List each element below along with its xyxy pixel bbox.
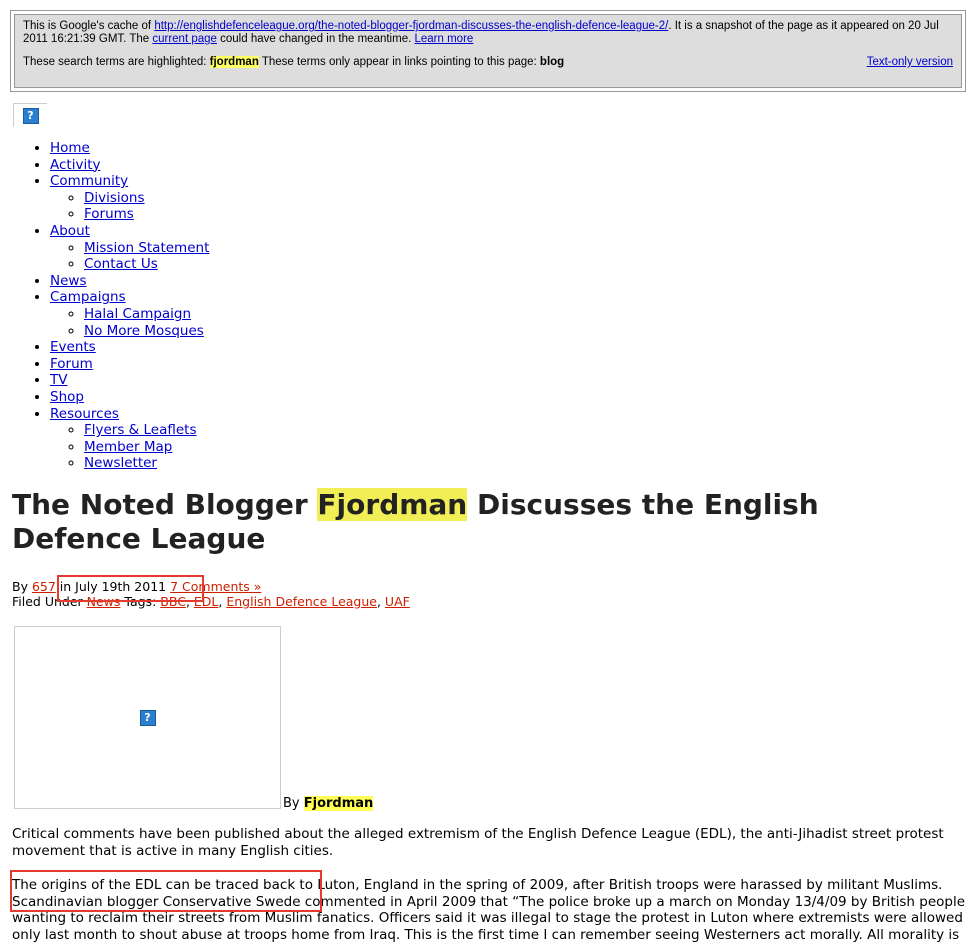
broken-article-image: ? — [14, 626, 281, 809]
nav-item-divisions: Divisions — [84, 190, 209, 207]
about-submenu: Mission Statement Contact Us — [50, 240, 209, 273]
nav-link-contact-us[interactable]: Contact Us — [84, 256, 158, 272]
tag-link-uaf[interactable]: UAF — [385, 594, 410, 609]
search-terms-notice: These search terms are highlighted: fjor… — [23, 56, 953, 69]
resources-submenu: Flyers & Leaflets Member Map Newsletter — [50, 422, 209, 472]
nav-item-flyers-leaflets: Flyers & Leaflets — [84, 422, 209, 439]
nav-item-activity: Activity — [50, 157, 209, 174]
nav-link-flyers-leaflets[interactable]: Flyers & Leaflets — [84, 422, 197, 438]
text-only-version-link[interactable]: Text-only version — [867, 56, 953, 69]
main-navigation: Home Activity Community Divisions Forums… — [28, 140, 209, 472]
annotation-box-date — [57, 575, 204, 602]
nav-item-forum: Forum — [50, 356, 209, 373]
by-label: By — [12, 579, 32, 594]
nav-link-newsletter[interactable]: Newsletter — [84, 455, 157, 471]
nav-link-tv[interactable]: TV — [50, 372, 67, 388]
nav-item-resources: Resources Flyers & Leaflets Member Map N… — [50, 406, 209, 472]
nav-item-shop: Shop — [50, 389, 209, 406]
highlight-intro-text: These search terms are highlighted: — [23, 56, 210, 68]
nav-link-community[interactable]: Community — [50, 173, 128, 189]
nav-link-divisions[interactable]: Divisions — [84, 190, 145, 206]
nav-link-campaigns[interactable]: Campaigns — [50, 289, 126, 305]
cache-meantime-text: could have changed in the meantime. — [216, 33, 415, 45]
article-title-highlight: Fjordman — [317, 488, 468, 521]
article-title-start: The Noted Blogger — [12, 488, 318, 521]
highlighted-term: fjordman — [209, 56, 259, 68]
nav-item-campaigns: Campaigns Halal Campaign No More Mosques — [50, 289, 209, 339]
learn-more-link[interactable]: Learn more — [414, 33, 473, 45]
nav-link-events[interactable]: Events — [50, 339, 96, 355]
nav-link-forums[interactable]: Forums — [84, 206, 134, 222]
nav-item-newsletter: Newsletter — [84, 455, 209, 472]
nav-link-news[interactable]: News — [50, 273, 86, 289]
byline-by-label: By — [283, 796, 304, 811]
nav-link-resources[interactable]: Resources — [50, 406, 119, 422]
nav-link-halal-campaign[interactable]: Halal Campaign — [84, 306, 191, 322]
nav-link-shop[interactable]: Shop — [50, 389, 84, 405]
article-byline: By Fjordman — [283, 796, 374, 812]
community-submenu: Divisions Forums — [50, 190, 209, 223]
nav-link-mission-statement[interactable]: Mission Statement — [84, 240, 209, 256]
campaigns-submenu: Halal Campaign No More Mosques — [50, 306, 209, 339]
google-cache-banner: This is Google's cache of http://english… — [10, 10, 966, 92]
nav-item-community: Community Divisions Forums — [50, 173, 209, 223]
nav-link-no-more-mosques[interactable]: No More Mosques — [84, 323, 204, 339]
byline-author-highlight: Fjordman — [303, 796, 374, 811]
nav-link-activity[interactable]: Activity — [50, 157, 101, 173]
nav-item-about: About Mission Statement Contact Us — [50, 223, 209, 273]
cache-notice: This is Google's cache of http://english… — [23, 20, 953, 46]
tag-link-english-defence-league[interactable]: English Defence League — [226, 594, 377, 609]
nav-item-forums: Forums — [84, 206, 209, 223]
links-only-term: blog — [539, 56, 565, 68]
nav-link-forum[interactable]: Forum — [50, 356, 93, 372]
nav-item-home: Home — [50, 140, 209, 157]
nav-link-member-map[interactable]: Member Map — [84, 439, 172, 455]
cache-intro-text: This is Google's cache of — [23, 20, 155, 32]
article-paragraph-1: Critical comments have been published ab… — [12, 826, 944, 859]
nav-item-news: News — [50, 273, 209, 290]
author-link[interactable]: 657 — [32, 579, 56, 594]
cached-page-url-link[interactable]: http://englishdefenceleague.org/the-note… — [154, 20, 668, 32]
annotation-box-origins — [10, 870, 322, 912]
broken-image-icon: ? — [139, 709, 156, 726]
nav-item-events: Events — [50, 339, 209, 356]
nav-link-about[interactable]: About — [50, 223, 90, 239]
nav-item-contact-us: Contact Us — [84, 256, 209, 273]
nav-link-home[interactable]: Home — [50, 140, 90, 156]
nav-item-mission-statement: Mission Statement — [84, 240, 209, 257]
nav-item-member-map: Member Map — [84, 439, 209, 456]
nav-item-halal-campaign: Halal Campaign — [84, 306, 209, 323]
article-title: The Noted Blogger Fjordman Discusses the… — [12, 488, 952, 556]
broken-logo-image: ? — [13, 103, 47, 127]
cache-banner-inner: This is Google's cache of http://english… — [14, 14, 962, 88]
nav-item-no-more-mosques: No More Mosques — [84, 323, 209, 340]
nav-item-tv: TV — [50, 372, 209, 389]
broken-image-icon: ? — [22, 107, 39, 124]
current-page-link[interactable]: current page — [152, 33, 217, 45]
links-only-text: These terms only appear in links pointin… — [258, 56, 540, 68]
